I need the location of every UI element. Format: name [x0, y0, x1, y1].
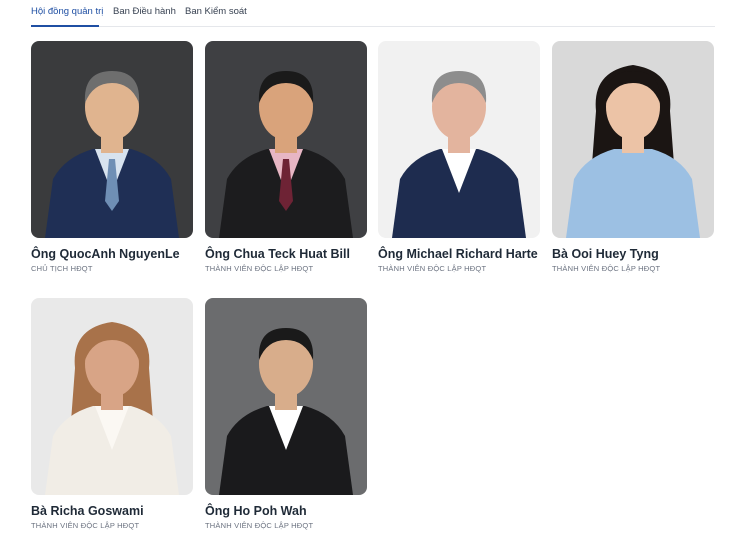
member-photo — [31, 41, 193, 238]
member-name: Bà Richa Goswami — [31, 504, 144, 518]
member-photo — [552, 41, 714, 238]
tab-board-of-directors[interactable]: Hội đồng quản trị — [31, 6, 103, 17]
member-name: Ông Ho Poh Wah — [205, 504, 307, 518]
member-photo — [205, 298, 367, 495]
tab-executive-board[interactable]: Ban Điều hành — [113, 6, 176, 17]
member-card[interactable]: Bà Ooi Huey Tyng THÀNH VIÊN ĐỘC LẬP HĐQT — [552, 41, 714, 273]
member-title: THÀNH VIÊN ĐỘC LẬP HĐQT — [205, 264, 314, 273]
member-title: THÀNH VIÊN ĐỘC LẬP HĐQT — [552, 264, 661, 273]
member-photo — [205, 41, 367, 238]
member-card[interactable]: Bà Richa Goswami THÀNH VIÊN ĐỘC LẬP HĐQT — [31, 298, 193, 530]
member-name: Ông QuocAnh NguyenLe — [31, 247, 180, 261]
member-card[interactable]: Ông Ho Poh Wah THÀNH VIÊN ĐỘC LẬP HĐQT — [205, 298, 367, 530]
member-title: THÀNH VIÊN ĐỘC LẬP HĐQT — [378, 264, 487, 273]
member-title: THÀNH VIÊN ĐỘC LẬP HĐQT — [205, 521, 314, 530]
member-name: Ông Michael Richard Harte — [378, 247, 538, 261]
member-card[interactable]: Ông Chua Teck Huat Bill THÀNH VIÊN ĐỘC L… — [205, 41, 367, 273]
member-photo — [31, 298, 193, 495]
member-title: THÀNH VIÊN ĐỘC LẬP HĐQT — [31, 521, 140, 530]
member-card[interactable]: Ông QuocAnh NguyenLe CHỦ TỊCH HĐQT — [31, 41, 193, 273]
tab-bar: Hội đồng quản trị Ban Điều hành Ban Kiểm… — [31, 0, 715, 27]
member-card[interactable]: Ông Michael Richard Harte THÀNH VIÊN ĐỘC… — [378, 41, 540, 273]
member-title: CHỦ TỊCH HĐQT — [31, 264, 93, 273]
member-name: Ông Chua Teck Huat Bill — [205, 247, 350, 261]
member-name: Bà Ooi Huey Tyng — [552, 247, 659, 261]
tab-supervisory-board[interactable]: Ban Kiểm soát — [185, 6, 247, 17]
member-photo — [378, 41, 540, 238]
active-tab-indicator — [31, 25, 99, 27]
